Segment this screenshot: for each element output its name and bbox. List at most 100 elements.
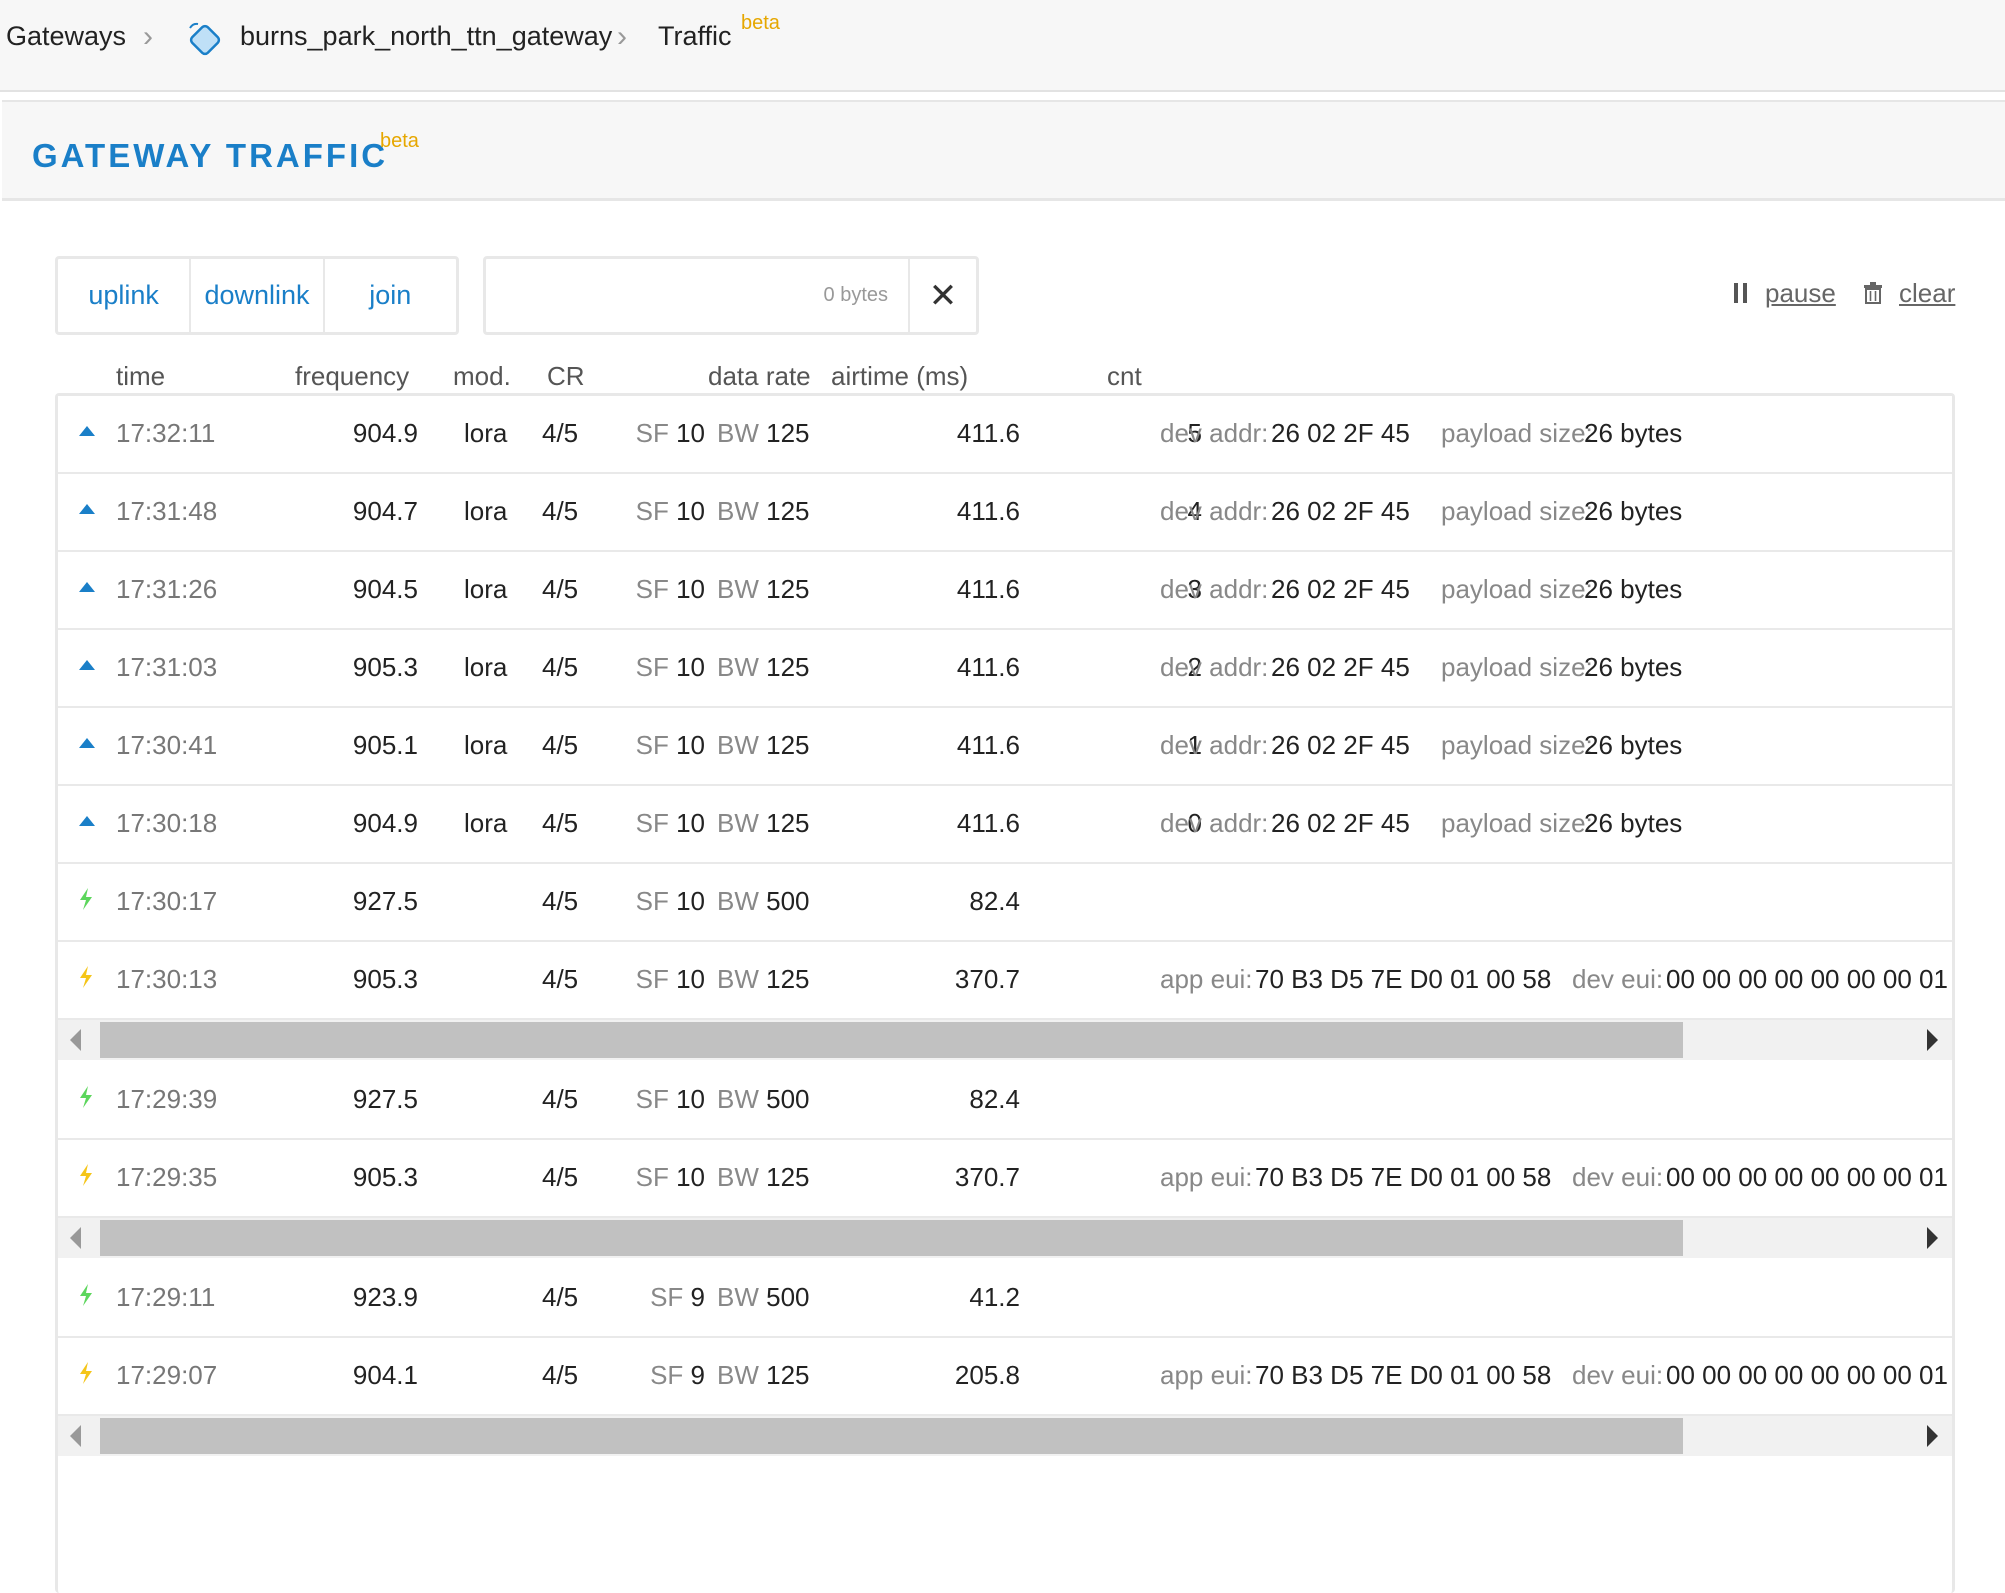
bw-value: 125 — [766, 808, 810, 838]
row-time: 17:32:11 — [116, 418, 216, 448]
sf-label: SF — [635, 730, 669, 760]
breadcrumb-gateway-link[interactable]: burns_park_north_ttn_gateway — [240, 21, 612, 52]
row-scrollbar[interactable] — [58, 1218, 1952, 1258]
bw-value: 125 — [766, 964, 810, 994]
filter-join-button[interactable]: join — [325, 259, 456, 332]
payload-size-label: payload size: — [1441, 574, 1593, 604]
dev-eui-value: 00 00 00 00 00 00 00 01 — [1666, 964, 1948, 994]
payload-size-label: payload size: — [1441, 730, 1593, 760]
gateway-icon — [189, 22, 221, 56]
bw-label: BW — [717, 808, 759, 838]
close-icon[interactable]: ✕ — [908, 259, 976, 332]
row-time: 17:29:39 — [116, 1084, 218, 1114]
table-row[interactable]: 17:30:18 904.9 lora 4/5 SF 10 BW 125 411.6 0 dev… — [58, 786, 1952, 864]
scroll-right-arrow[interactable] — [1927, 1425, 1938, 1447]
row-time: 17:31:26 — [116, 574, 218, 604]
row-airtime: 411.6 — [956, 730, 1020, 760]
dev-addr-label: dev addr: — [1160, 418, 1269, 448]
uplink-triangle-icon — [79, 738, 95, 748]
payload-filter-input[interactable] — [486, 259, 906, 332]
table-row[interactable]: 17:29:35 905.3 4/5 SF 10 BW 125 370.7 app eui:… — [58, 1140, 1952, 1218]
sf-label: SF — [635, 418, 669, 448]
sf-value: 10 — [676, 574, 705, 604]
sf-value: 10 — [676, 886, 705, 916]
pause-button[interactable]: pause — [1765, 278, 1836, 309]
sf-label: SF — [650, 1360, 684, 1390]
row-bandwidth: BW 500 — [717, 886, 810, 917]
row-airtime: 82.4 — [969, 886, 1020, 916]
dev-eui-value: 00 00 00 00 00 00 00 01 — [1666, 1360, 1948, 1390]
trash-icon[interactable] — [1863, 282, 1883, 304]
scroll-right-arrow[interactable] — [1927, 1029, 1938, 1051]
row-airtime: 41.2 — [969, 1282, 1020, 1312]
row-bandwidth: BW 125 — [717, 808, 810, 839]
bw-value: 125 — [766, 652, 810, 682]
downlink-bolt-icon — [80, 888, 92, 910]
table-row[interactable]: 17:31:26 904.5 lora 4/5 SF 10 BW 125 411.6 3 dev… — [58, 552, 1952, 630]
row-frequency: 927.5 — [352, 886, 418, 916]
row-scrollbar[interactable] — [58, 1020, 1952, 1060]
bw-label: BW — [717, 1282, 759, 1312]
bw-value: 125 — [766, 1360, 810, 1390]
table-row[interactable]: 17:31:03 905.3 lora 4/5 SF 10 BW 125 411.6 2 dev… — [58, 630, 1952, 708]
sf-label: SF — [635, 574, 669, 604]
scrollbar-thumb[interactable] — [100, 1418, 1683, 1454]
sf-label: SF — [635, 652, 669, 682]
table-row[interactable]: 17:29:39 927.5 4/5 SF 10 BW 500 82.4 — [58, 1062, 1952, 1140]
dev-addr-label: dev addr: — [1160, 730, 1269, 760]
filter-downlink-button[interactable]: downlink — [191, 259, 325, 332]
table-row[interactable]: 17:30:17 927.5 4/5 SF 10 BW 500 82.4 — [58, 864, 1952, 942]
breadcrumb-gateways-link[interactable]: Gateways — [6, 21, 126, 52]
table-row[interactable]: 17:31:48 904.7 lora 4/5 SF 10 BW 125 411.6 4 dev… — [58, 474, 1952, 552]
row-airtime: 411.6 — [956, 418, 1020, 448]
scrollbar-thumb[interactable] — [100, 1022, 1683, 1058]
row-bandwidth: BW 125 — [717, 652, 810, 683]
column-header-time: time — [116, 361, 166, 391]
row-frequency: 904.1 — [352, 1360, 418, 1390]
column-header-mod: mod. — [453, 361, 511, 391]
sf-value: 10 — [676, 496, 705, 526]
column-header-cr: CR — [547, 361, 585, 391]
pause-icon[interactable] — [1733, 282, 1749, 304]
sf-value: 10 — [676, 730, 705, 760]
row-time: 17:30:13 — [116, 964, 218, 994]
row-bandwidth: BW 125 — [717, 1360, 810, 1391]
row-bandwidth: BW 125 — [717, 496, 810, 527]
row-spreading-factor: SF 10 — [553, 964, 705, 995]
scroll-left-arrow[interactable] — [70, 1425, 81, 1447]
table-row[interactable]: 17:30:13 905.3 4/5 SF 10 BW 125 370.7 app eui:… — [58, 942, 1952, 1020]
table-row[interactable]: 17:29:11 923.9 4/5 SF 9 BW 500 41.2 — [58, 1260, 1952, 1338]
table-row[interactable]: 17:30:41 905.1 lora 4/5 SF 10 BW 125 411.6 1 dev… — [58, 708, 1952, 786]
column-header-cnt: cnt — [1107, 361, 1142, 391]
row-spreading-factor: SF 10 — [553, 574, 705, 605]
row-airtime: 411.6 — [956, 808, 1020, 838]
row-scrollbar[interactable] — [58, 1416, 1952, 1456]
scrollbar-thumb[interactable] — [100, 1220, 1683, 1256]
dev-addr-value: 26 02 2F 45 — [1271, 808, 1410, 838]
scroll-left-arrow[interactable] — [70, 1029, 81, 1051]
row-spreading-factor: SF 10 — [553, 1084, 705, 1115]
app-eui-label: app eui: — [1160, 964, 1253, 994]
row-modulation: lora — [464, 496, 508, 526]
scroll-right-arrow[interactable] — [1927, 1227, 1938, 1249]
bw-label: BW — [717, 730, 759, 760]
row-frequency: 905.1 — [352, 730, 418, 760]
column-header-airtime: airtime (ms) — [831, 361, 969, 391]
uplink-triangle-icon — [79, 426, 95, 436]
dev-eui-label: dev eui: — [1572, 1162, 1664, 1192]
row-bandwidth: BW 125 — [717, 1162, 810, 1193]
bw-label: BW — [717, 1360, 759, 1390]
beta-badge: beta — [380, 130, 419, 152]
table-row[interactable]: 17:29:07 904.1 4/5 SF 9 BW 125 205.8 app eui: 7… — [58, 1338, 1952, 1416]
row-bandwidth: BW 125 — [717, 574, 810, 605]
row-frequency: 927.5 — [352, 1084, 418, 1114]
sf-value: 9 — [690, 1282, 705, 1312]
bw-label: BW — [717, 418, 759, 448]
table-row[interactable]: 17:32:11 904.9 lora 4/5 SF 10 BW 125 411.6 5 dev… — [58, 396, 1952, 474]
bw-value: 125 — [766, 496, 810, 526]
clear-button[interactable]: clear — [1899, 278, 1955, 309]
bw-value: 500 — [766, 1084, 810, 1114]
scroll-left-arrow[interactable] — [70, 1227, 81, 1249]
filter-uplink-button[interactable]: uplink — [58, 259, 192, 332]
row-airtime: 205.8 — [954, 1360, 1020, 1390]
